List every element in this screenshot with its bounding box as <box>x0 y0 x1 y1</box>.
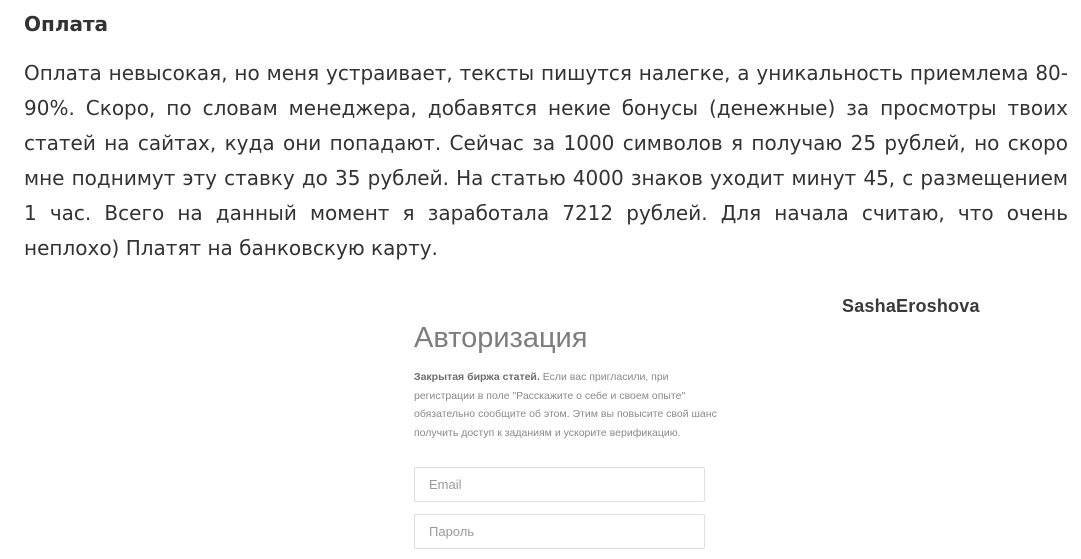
email-field[interactable] <box>414 467 705 502</box>
auth-title: Авторизация <box>414 322 588 354</box>
author-watermark: SashaEroshova <box>842 296 980 316</box>
section-heading: Оплата <box>24 12 109 36</box>
auth-description: Закрытая биржа статей. Если вас пригласи… <box>414 368 724 442</box>
embedded-screenshot: SashaEroshova Авторизация Закрытая биржа… <box>24 280 1068 559</box>
auth-description-bold: Закрытая биржа статей. <box>414 371 540 383</box>
password-field[interactable] <box>414 514 705 549</box>
auth-panel: Авторизация Закрытая биржа статей. Если … <box>414 320 734 549</box>
article-paragraph: Оплата невысокая, но меня устраивает, те… <box>24 61 1068 260</box>
